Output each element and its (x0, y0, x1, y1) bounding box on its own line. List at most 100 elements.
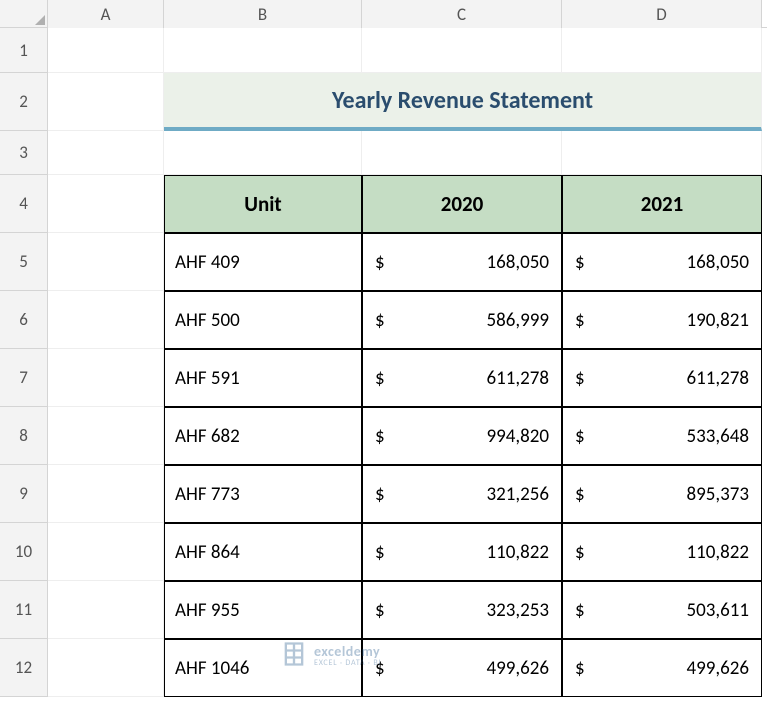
row-4: 4 Unit 2020 2021 (0, 175, 767, 233)
spreadsheet: A B C D 1 2 Yearly Revenue Statement 3 4… (0, 0, 767, 704)
cell-2020-2[interactable]: $611,278 (362, 349, 562, 407)
currency-symbol: $ (375, 251, 385, 274)
spreadsheet-icon (280, 640, 308, 672)
currency-symbol: $ (575, 425, 585, 448)
cell-A9[interactable] (48, 465, 164, 523)
cell-2020-3[interactable]: $994,820 (362, 407, 562, 465)
value: 895,373 (686, 483, 749, 506)
col-header-A[interactable]: A (48, 0, 164, 28)
value: 533,648 (686, 425, 749, 448)
row-header-3[interactable]: 3 (0, 131, 48, 175)
value: 110,822 (686, 541, 749, 564)
cell-2021-0[interactable]: $168,050 (562, 233, 762, 291)
cell-2021-4[interactable]: $895,373 (562, 465, 762, 523)
cell-A3[interactable] (48, 131, 164, 175)
currency-symbol: $ (375, 309, 385, 332)
cell-B1[interactable] (164, 28, 362, 73)
currency-symbol: $ (375, 483, 385, 506)
currency-symbol: $ (375, 541, 385, 564)
row-header-5[interactable]: 5 (0, 233, 48, 291)
value: 168,050 (486, 251, 549, 274)
col-header-B[interactable]: B (164, 0, 362, 28)
cell-A1[interactable] (48, 28, 164, 73)
cell-unit-4[interactable]: AHF 773 (164, 465, 362, 523)
value: 321,256 (486, 483, 549, 506)
currency-symbol: $ (575, 251, 585, 274)
cell-2020-5[interactable]: $110,822 (362, 523, 562, 581)
cell-2021-3[interactable]: $533,648 (562, 407, 762, 465)
row-8: 8 AHF 682 $994,820 $533,648 (0, 407, 767, 465)
cell-2021-2[interactable]: $611,278 (562, 349, 762, 407)
watermark-brand: exceldemy (314, 645, 381, 659)
cell-D1[interactable] (562, 28, 762, 73)
value: 168,050 (686, 251, 749, 274)
value: 499,626 (486, 657, 549, 680)
currency-symbol: $ (375, 599, 385, 622)
title-cell[interactable]: Yearly Revenue Statement (164, 73, 762, 131)
row-10: 10 AHF 864 $110,822 $110,822 (0, 523, 767, 581)
row-12: 12 AHF 1046 $499,626 $499,626 (0, 639, 767, 697)
cell-A6[interactable] (48, 291, 164, 349)
watermark: exceldemy EXCEL · DATA · BI (280, 640, 381, 672)
cell-2021-6[interactable]: $503,611 (562, 581, 762, 639)
header-2020[interactable]: 2020 (362, 175, 562, 233)
row-6: 6 AHF 500 $586,999 $190,821 (0, 291, 767, 349)
col-header-C[interactable]: C (362, 0, 562, 28)
currency-symbol: $ (575, 483, 585, 506)
cell-A5[interactable] (48, 233, 164, 291)
cell-2020-7[interactable]: $499,626 (362, 639, 562, 697)
cell-unit-1[interactable]: AHF 500 (164, 291, 362, 349)
row-header-7[interactable]: 7 (0, 349, 48, 407)
cell-2020-4[interactable]: $321,256 (362, 465, 562, 523)
currency-symbol: $ (375, 425, 385, 448)
cell-A10[interactable] (48, 523, 164, 581)
currency-symbol: $ (575, 309, 585, 332)
cell-2021-5[interactable]: $110,822 (562, 523, 762, 581)
value: 611,278 (686, 367, 749, 390)
col-header-D[interactable]: D (562, 0, 762, 28)
row-header-1[interactable]: 1 (0, 28, 48, 73)
watermark-text: exceldemy EXCEL · DATA · BI (314, 645, 381, 667)
cell-2020-1[interactable]: $586,999 (362, 291, 562, 349)
cell-D3[interactable] (562, 131, 762, 175)
cell-2020-0[interactable]: $168,050 (362, 233, 562, 291)
header-2021[interactable]: 2021 (562, 175, 762, 233)
row-header-9[interactable]: 9 (0, 465, 48, 523)
cell-A2[interactable] (48, 73, 164, 131)
cell-2020-6[interactable]: $323,253 (362, 581, 562, 639)
select-all-corner[interactable] (0, 0, 48, 28)
cell-2021-1[interactable]: $190,821 (562, 291, 762, 349)
watermark-tag: EXCEL · DATA · BI (314, 659, 381, 667)
row-header-8[interactable]: 8 (0, 407, 48, 465)
cell-unit-6[interactable]: AHF 955 (164, 581, 362, 639)
cell-A4[interactable] (48, 175, 164, 233)
row-header-4[interactable]: 4 (0, 175, 48, 233)
row-11: 11 AHF 955 $323,253 $503,611 (0, 581, 767, 639)
cell-A8[interactable] (48, 407, 164, 465)
currency-symbol: $ (575, 541, 585, 564)
cell-B3[interactable] (164, 131, 362, 175)
row-header-10[interactable]: 10 (0, 523, 48, 581)
cell-A7[interactable] (48, 349, 164, 407)
row-7: 7 AHF 591 $611,278 $611,278 (0, 349, 767, 407)
value: 503,611 (686, 599, 749, 622)
cell-A11[interactable] (48, 581, 164, 639)
row-9: 9 AHF 773 $321,256 $895,373 (0, 465, 767, 523)
row-header-6[interactable]: 6 (0, 291, 48, 349)
value: 586,999 (486, 309, 549, 332)
cell-unit-0[interactable]: AHF 409 (164, 233, 362, 291)
cell-unit-3[interactable]: AHF 682 (164, 407, 362, 465)
currency-symbol: $ (575, 657, 585, 680)
cell-unit-5[interactable]: AHF 864 (164, 523, 362, 581)
row-header-11[interactable]: 11 (0, 581, 48, 639)
cell-C1[interactable] (362, 28, 562, 73)
header-unit[interactable]: Unit (164, 175, 362, 233)
row-1: 1 (0, 28, 767, 73)
cell-C3[interactable] (362, 131, 562, 175)
row-header-12[interactable]: 12 (0, 639, 48, 697)
cell-A12[interactable] (48, 639, 164, 697)
row-header-2[interactable]: 2 (0, 73, 48, 131)
cell-2021-7[interactable]: $499,626 (562, 639, 762, 697)
value: 190,821 (686, 309, 749, 332)
cell-unit-2[interactable]: AHF 591 (164, 349, 362, 407)
